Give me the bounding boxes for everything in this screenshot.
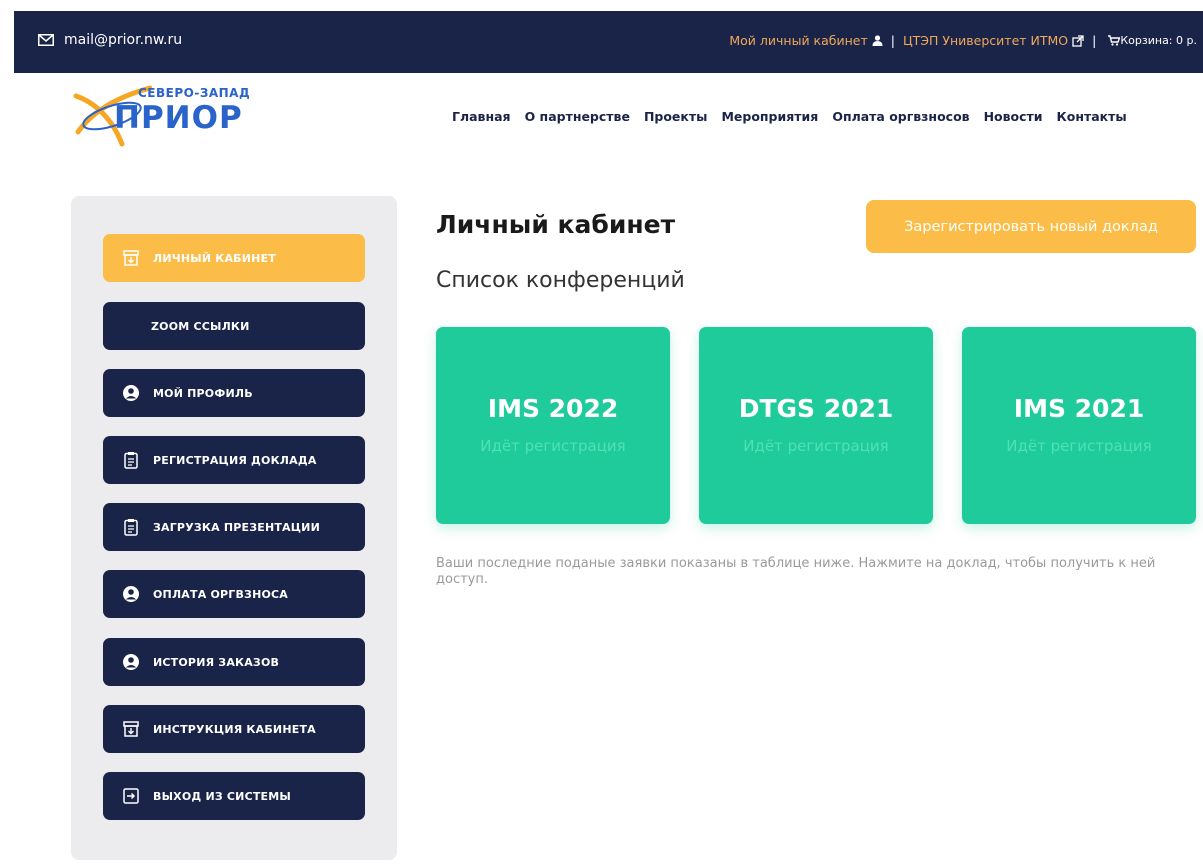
conference-status: Идёт регистрация — [743, 437, 889, 455]
page-title: Личный кабинет — [436, 210, 676, 239]
conference-name: IMS 2022 — [487, 394, 619, 423]
nav-item-partnership[interactable]: О партнерстве — [525, 109, 630, 124]
user-circle-icon — [121, 584, 141, 604]
nav-item-events[interactable]: Мероприятия — [721, 109, 818, 124]
conference-status: Идёт регистрация — [480, 437, 626, 455]
sidebar-item-label: МОЙ ПРОФИЛЬ — [153, 386, 253, 400]
nav-item-news[interactable]: Новости — [984, 109, 1043, 124]
main-nav: Главная О партнерстве Проекты Мероприяти… — [452, 109, 1127, 124]
sidebar-item-instructions[interactable]: ИНСТРУКЦИЯ КАБИНЕТА — [103, 705, 365, 753]
top-links: Мой личный кабинет | ЦТЭП Университет ИТ… — [729, 33, 1197, 48]
logo-title: ПРИОР — [114, 100, 243, 136]
sidebar-item-label: ZOOM ССЫЛКИ — [151, 319, 250, 333]
register-report-button[interactable]: Зарегистрировать новый доклад — [866, 200, 1196, 253]
nav-item-fees[interactable]: Оплата оргвзносов — [832, 109, 969, 124]
conference-card[interactable]: IMS 2022 Идёт регистрация — [436, 327, 670, 524]
sidebar: ЛИЧНЫЙ КАБИНЕТ ZOOM ССЫЛКИ МОЙ ПРОФИЛЬ Р… — [71, 196, 397, 860]
sidebar-item-zoom[interactable]: ZOOM ССЫЛКИ — [103, 302, 365, 350]
conference-name: DTGS 2021 — [738, 394, 894, 423]
site-logo[interactable]: СЕВЕРО-ЗАПАД ПРИОР — [72, 82, 282, 152]
sidebar-item-presentation-upload[interactable]: ЗАГРУЗКА ПРЕЗЕНТАЦИИ — [103, 503, 365, 551]
sidebar-item-label: ИСТОРИЯ ЗАКАЗОВ — [153, 655, 280, 669]
conference-name: IMS 2021 — [1013, 394, 1145, 423]
nav-item-contacts[interactable]: Контакты — [1057, 109, 1127, 124]
sidebar-item-cabinet[interactable]: ЛИЧНЫЙ КАБИНЕТ — [103, 234, 365, 282]
my-cabinet-link[interactable]: Мой личный кабинет — [729, 33, 867, 48]
envelope-icon — [38, 34, 54, 46]
contact-email[interactable]: mail@prior.nw.ru — [38, 32, 182, 48]
clipboard-icon — [121, 450, 141, 470]
sidebar-item-report-registration[interactable]: РЕГИСТРАЦИЯ ДОКЛАДА — [103, 436, 365, 484]
cart-link[interactable]: Корзина: 0 р. — [1104, 34, 1197, 47]
recent-submissions-note: Ваши последние поданые заявки показаны в… — [436, 556, 1156, 587]
itmo-link[interactable]: ЦТЭП Университет ИТМО — [903, 33, 1068, 48]
archive-icon — [121, 248, 141, 268]
sidebar-item-label: РЕГИСТРАЦИЯ ДОКЛАДА — [153, 453, 317, 467]
conference-status: Идёт регистрация — [1006, 437, 1152, 455]
conference-card[interactable]: IMS 2021 Идёт регистрация — [962, 327, 1196, 524]
sidebar-item-label: ЗАГРУЗКА ПРЕЗЕНТАЦИИ — [153, 520, 320, 534]
nav-item-projects[interactable]: Проекты — [644, 109, 708, 124]
archive-icon — [121, 719, 141, 739]
user-circle-icon — [121, 383, 141, 403]
sidebar-item-label: ОПЛАТА ОРГВЗНОСА — [153, 587, 289, 601]
sidebar-item-label: ВЫХОД ИЗ СИСТЕМЫ — [153, 789, 292, 803]
cart-icon — [1108, 35, 1121, 46]
external-link-icon — [1072, 34, 1084, 47]
cart-text: Корзина: 0 р. — [1120, 34, 1197, 47]
conference-card[interactable]: DTGS 2021 Идёт регистрация — [699, 327, 933, 524]
sidebar-item-label: ИНСТРУКЦИЯ КАБИНЕТА — [153, 722, 316, 736]
logo-subtitle: СЕВЕРО-ЗАПАД — [138, 86, 251, 100]
sidebar-item-fee-payment[interactable]: ОПЛАТА ОРГВЗНОСА — [103, 570, 365, 618]
conference-list-heading: Список конференций — [436, 268, 685, 293]
nav-item-home[interactable]: Главная — [452, 109, 511, 124]
sidebar-item-profile[interactable]: МОЙ ПРОФИЛЬ — [103, 369, 365, 417]
top-bar: mail@prior.nw.ru Мой личный кабинет | ЦТ… — [14, 11, 1203, 73]
email-text: mail@prior.nw.ru — [64, 32, 183, 48]
sidebar-item-order-history[interactable]: ИСТОРИЯ ЗАКАЗОВ — [103, 638, 365, 686]
clipboard-icon — [121, 517, 141, 537]
user-circle-icon — [121, 652, 141, 672]
sign-out-icon — [121, 786, 141, 806]
separator: | — [1092, 33, 1097, 48]
sidebar-item-label: ЛИЧНЫЙ КАБИНЕТ — [153, 251, 276, 265]
sidebar-item-logout[interactable]: ВЫХОД ИЗ СИСТЕМЫ — [103, 772, 365, 820]
user-icon — [872, 35, 883, 46]
separator: | — [890, 33, 895, 48]
